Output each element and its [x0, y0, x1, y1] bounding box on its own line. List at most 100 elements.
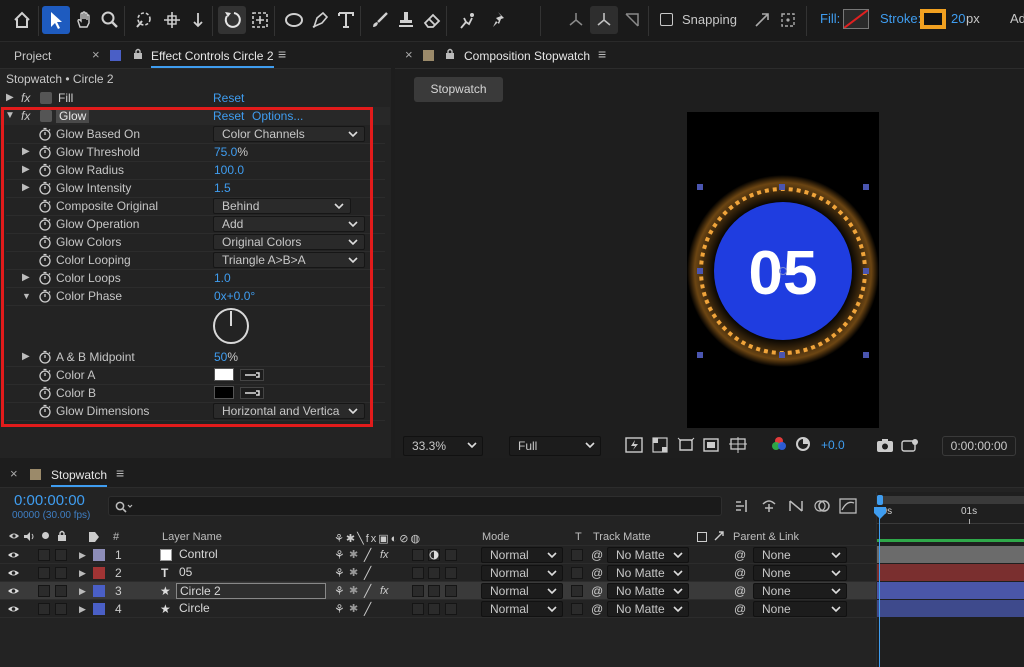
audio-icon[interactable] — [23, 531, 35, 542]
frame-blend-switch[interactable] — [412, 585, 424, 597]
layer-row[interactable]: ▶ 2 T 05 ⚘ ✱ ╱ Normal @ No Matte @ None — [0, 564, 876, 582]
shy-icon[interactable] — [760, 498, 778, 514]
eye-icon[interactable] — [8, 531, 20, 541]
panel-menu-icon[interactable]: ≡ — [278, 46, 286, 62]
motion-blur-icon[interactable] — [813, 498, 831, 514]
home-icon[interactable] — [8, 6, 36, 34]
parent-dropdown[interactable]: None — [753, 583, 847, 599]
frame-blending-icon[interactable] — [787, 498, 805, 514]
matte-pickwhip-icon[interactable]: @ — [591, 600, 603, 618]
current-time[interactable]: 0:00:00:00 — [14, 492, 85, 509]
rotobrush-tool-icon[interactable] — [130, 6, 158, 34]
show-snapshot-icon[interactable] — [901, 437, 919, 453]
snapshot-icon[interactable] — [876, 437, 894, 453]
3d-layer-switch[interactable] — [445, 567, 457, 579]
work-area-start-handle[interactable] — [877, 495, 883, 505]
quality-switch-icon[interactable]: ╱ — [364, 546, 371, 564]
matte-pickwhip-icon[interactable]: @ — [591, 564, 603, 582]
motion-blur-switch[interactable] — [428, 585, 440, 597]
frame-blend-switch[interactable] — [412, 549, 424, 561]
eye-icon[interactable] — [7, 568, 20, 578]
axis-view-icon[interactable] — [618, 6, 646, 34]
parent-pickwhip-icon[interactable]: @ — [734, 600, 746, 618]
fill-swatch[interactable] — [843, 9, 869, 29]
quality-switch-icon[interactable]: ╱ — [364, 600, 371, 618]
shy-switch-icon[interactable]: ⚘ — [334, 600, 345, 618]
label-tag-icon[interactable] — [88, 531, 100, 543]
fast-previews-icon[interactable] — [625, 437, 643, 453]
twirl-right-icon[interactable]: ▶ — [6, 89, 14, 107]
stroke-swatch[interactable] — [920, 9, 946, 29]
layer-label-color[interactable] — [93, 585, 105, 597]
parent-dropdown[interactable]: None — [753, 565, 847, 581]
mode-dropdown[interactable]: Normal — [481, 583, 563, 599]
lock-toggle[interactable] — [55, 585, 67, 597]
axis-local-icon[interactable] — [562, 6, 590, 34]
lock-toggle[interactable] — [55, 549, 67, 561]
playhead-line[interactable] — [879, 509, 880, 667]
3d-layer-switch[interactable] — [445, 549, 457, 561]
tab-composition[interactable]: Composition Stopwatch — [464, 49, 590, 63]
motion-blur-switch[interactable] — [428, 567, 440, 579]
layer-label-color[interactable] — [93, 603, 105, 615]
timeline-track-area[interactable]: 00s 01s — [874, 492, 1024, 667]
parent-pickwhip-icon[interactable]: @ — [734, 546, 746, 564]
tab-project[interactable]: Project — [14, 49, 51, 63]
eye-icon[interactable] — [7, 604, 20, 614]
reset-button[interactable]: Reset — [213, 89, 244, 107]
panel-menu-icon[interactable]: ≡ — [116, 465, 124, 481]
layer-label-color[interactable] — [93, 549, 105, 561]
tab-effect-controls[interactable]: Effect Controls Circle 2 — [151, 49, 274, 68]
comp-flowchart-icon[interactable] — [734, 498, 752, 514]
twirl-right-icon[interactable]: ▶ — [79, 600, 86, 618]
tab-timeline[interactable]: Stopwatch — [51, 468, 108, 487]
stroke-width-value[interactable]: 20 — [951, 11, 965, 26]
layer-row[interactable]: ▶ 3 ★ Circle 2 ⚘ ✱ ╱ fx Normal @ No Matt… — [0, 582, 876, 600]
solo-toggle[interactable] — [38, 567, 50, 579]
collapse-switch-icon[interactable]: ✱ — [349, 546, 358, 564]
add-label[interactable]: Ad — [1010, 11, 1024, 26]
snapping-checkbox[interactable] — [660, 13, 673, 26]
motion-blur-switch[interactable] — [428, 549, 440, 561]
lock-toggle[interactable] — [55, 603, 67, 615]
shy-switch-icon[interactable]: ⚘ — [334, 582, 345, 600]
layer-label-color[interactable] — [93, 567, 105, 579]
comp-flowchart-button[interactable]: Stopwatch — [414, 77, 503, 102]
column-track-matte[interactable]: Track Matte — [593, 528, 651, 546]
column-parent[interactable]: Parent & Link — [733, 528, 799, 546]
graph-editor-icon[interactable] — [839, 498, 857, 514]
fx-icon[interactable]: fx — [21, 89, 30, 107]
snap-to-center-icon[interactable] — [774, 6, 802, 34]
shy-switch-icon[interactable]: ⚘ — [334, 564, 345, 582]
frame-blend-switch[interactable] — [412, 567, 424, 579]
twirl-right-icon[interactable]: ▶ — [79, 564, 86, 582]
time-ruler[interactable]: 00s 01s — [876, 506, 1024, 524]
layer-duration-bar[interactable] — [877, 546, 1024, 563]
collapse-switch-icon[interactable]: ✱ — [349, 564, 358, 582]
parent-dropdown[interactable]: None — [753, 601, 847, 617]
solo-toggle[interactable] — [38, 585, 50, 597]
region-of-interest-icon[interactable] — [246, 6, 274, 34]
lock-icon[interactable] — [57, 530, 67, 542]
matte-pickwhip-icon[interactable]: @ — [591, 582, 603, 600]
puppet-pin-tool-icon[interactable] — [486, 6, 514, 34]
fx-switch-icon[interactable]: fx — [380, 582, 389, 600]
lock-icon[interactable] — [133, 48, 143, 60]
guides-icon[interactable] — [729, 437, 747, 453]
zoom-tool-icon[interactable] — [96, 6, 124, 34]
layer-name[interactable]: Circle 2 — [176, 583, 326, 599]
column-layer-name[interactable]: Layer Name — [162, 528, 222, 546]
layer-name[interactable]: Circle — [176, 601, 326, 615]
mode-dropdown[interactable]: Normal — [481, 601, 563, 617]
track-matte-dropdown[interactable]: No Matte — [607, 583, 689, 599]
composition-canvas[interactable]: 05 — [687, 112, 879, 428]
eye-icon[interactable] — [7, 586, 20, 596]
mode-dropdown[interactable]: Normal — [481, 565, 563, 581]
3d-layer-switch[interactable] — [445, 585, 457, 597]
solo-icon[interactable] — [42, 532, 49, 539]
layer-duration-bar[interactable] — [877, 600, 1024, 617]
eraser-tool-icon[interactable] — [418, 6, 446, 34]
preserve-transparency-toggle[interactable] — [571, 549, 583, 561]
preserve-transparency-toggle[interactable] — [571, 603, 583, 615]
panel-menu-icon[interactable]: ≡ — [598, 46, 606, 62]
